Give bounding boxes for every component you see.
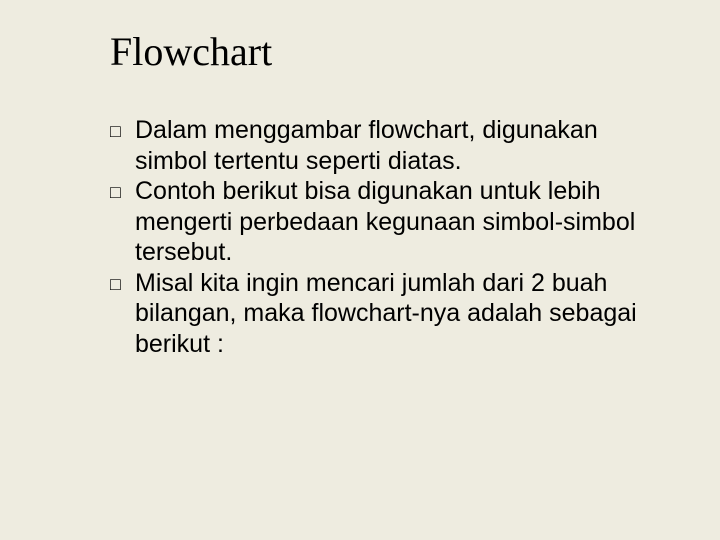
slide-title: Flowchart	[110, 28, 650, 75]
square-bullet-icon: □	[110, 182, 135, 204]
slide: Flowchart □Dalam menggambar flowchart, d…	[0, 0, 720, 540]
slide-body: □Dalam menggambar flowchart, digunakan s…	[110, 115, 650, 359]
square-bullet-icon: □	[110, 274, 135, 296]
list-item: □Contoh berikut bisa digunakan untuk leb…	[110, 176, 650, 268]
bullet-text: Misal kita ingin mencari jumlah dari 2 b…	[135, 269, 637, 358]
list-item: □Dalam menggambar flowchart, digunakan s…	[110, 115, 650, 176]
bullet-text: Dalam menggambar flowchart, digunakan si…	[135, 116, 598, 175]
square-bullet-icon: □	[110, 121, 135, 143]
bullet-text: Contoh berikut bisa digunakan untuk lebi…	[135, 177, 635, 266]
list-item: □Misal kita ingin mencari jumlah dari 2 …	[110, 268, 650, 360]
